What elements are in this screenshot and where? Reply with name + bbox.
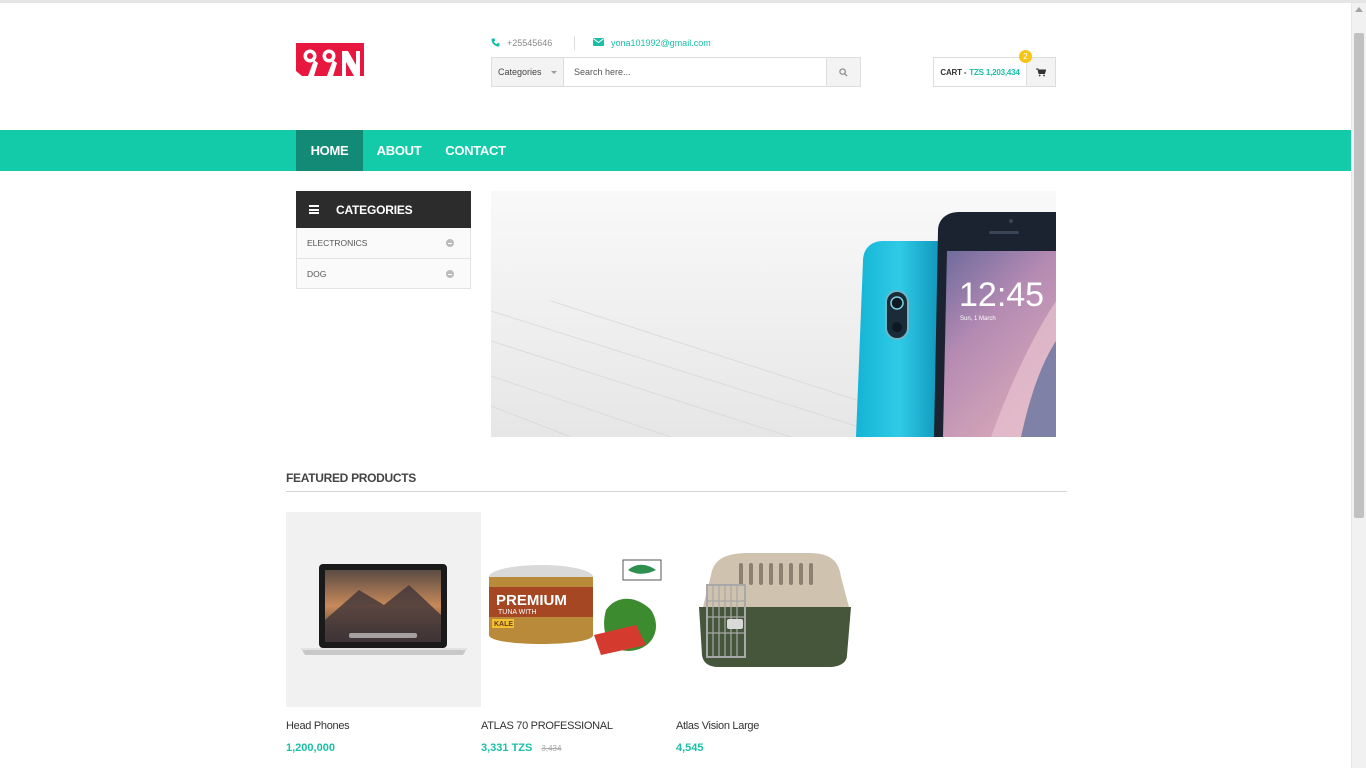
nav-home[interactable]: HOME [296,130,363,171]
product-card[interactable]: Head Phones 1,200,000 [286,512,481,754]
categories-title: CATEGORIES [336,202,413,217]
svg-text:KALE: KALE [494,621,513,628]
plus-circle-icon[interactable] [446,239,454,247]
plus-circle-icon[interactable] [446,270,454,278]
top-border [0,0,1366,3]
page-scrollbar[interactable] [1351,3,1366,768]
search-button[interactable] [826,58,860,86]
phone-number: +25545646 [507,38,553,48]
svg-text:PREMIUM: PREMIUM [496,592,567,609]
product-price-current: 3,331 TZS [481,742,533,754]
scroll-thumb[interactable] [1354,33,1364,518]
search-input[interactable] [564,58,826,86]
laptop-image [300,563,467,655]
category-label: DOG [307,268,327,279]
search-bar: Categories [491,57,861,87]
product-price: 1,200,000 [286,742,335,754]
product-price: 3,331 TZS 3,434 [481,742,676,754]
product-price-old: 3,434 [541,744,562,753]
svg-text:TUNA WITH: TUNA WITH [498,609,537,616]
contact-phone: +25545646 [491,37,552,49]
cart-total: TZS 1,203,434 [969,67,1020,77]
caret-down-icon [551,71,557,74]
featured-divider [286,491,1067,492]
nav-contact[interactable]: CONTACT [435,130,516,171]
cart-summary[interactable]: CART - TZS 1,203,434 [934,58,1026,86]
cart-icon [1036,67,1046,76]
product-image[interactable]: PREMIUM TUNA WITH KALE [481,512,676,707]
main-nav: HOME ABOUT CONTACT [0,130,1351,171]
cart-label: CART - [940,67,967,77]
cart-button[interactable] [1026,58,1055,86]
site-logo[interactable] [296,43,364,76]
product-image[interactable] [286,512,481,707]
product-name[interactable]: ATLAS 70 PROFESSIONAL [481,720,676,732]
category-item-electronics[interactable]: ELECTRONICS [297,228,470,258]
phone-icon [491,37,500,49]
categories-header: CATEGORIES [296,191,471,228]
phone-banner-image: 12:45 Sun, 1 March [491,191,1056,437]
nav-about[interactable]: ABOUT [363,130,435,171]
product-image[interactable] [676,512,871,707]
categories-list: ELECTRONICS DOG [296,228,471,289]
banner-date: Sun, 1 March [960,316,996,322]
hero-banner[interactable]: 12:45 Sun, 1 March [491,191,1056,437]
cart-count-badge: 2 [1019,50,1032,63]
tuna-can-image: PREMIUM TUNA WITH KALE [489,559,662,655]
product-card[interactable]: PREMIUM TUNA WITH KALE ATLAS 70 PROFESSI… [481,512,676,754]
search-icon [839,67,848,77]
category-label: ELECTRONICS [307,238,368,248]
product-price: 4,545 [676,742,704,754]
category-select[interactable]: Categories [492,58,564,86]
pet-carrier-image [698,552,851,667]
envelope-icon [593,38,604,48]
cart-widget[interactable]: CART - TZS 1,203,434 [933,57,1056,87]
featured-products-title: FEATURED PRODUCTS [286,471,417,485]
contact-divider [574,36,575,50]
product-name[interactable]: Head Phones [286,720,481,732]
menu-icon [309,204,319,216]
scroll-up-arrow-icon[interactable] [1355,7,1363,12]
email-address[interactable]: yona101992@gmail.com [611,38,711,48]
product-name[interactable]: Atlas Vision Large [676,720,871,732]
product-card[interactable]: Atlas Vision Large 4,545 [676,512,871,754]
category-item-dog[interactable]: DOG [297,258,470,288]
contact-email[interactable]: yona101992@gmail.com [593,37,711,49]
banner-clock: 12:45 [959,276,1044,314]
category-select-label: Categories [498,67,542,77]
